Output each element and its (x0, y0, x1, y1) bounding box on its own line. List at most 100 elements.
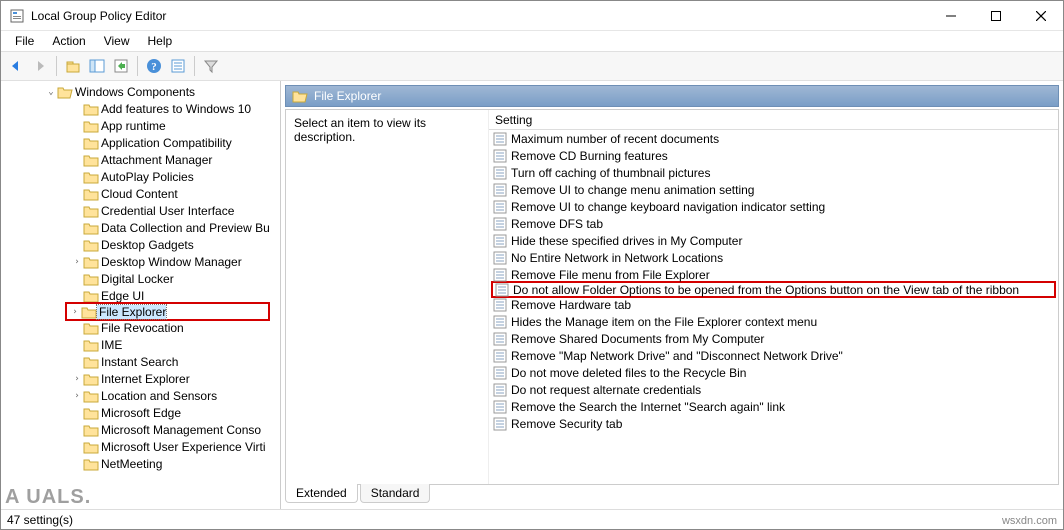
tree-item-label: Microsoft Edge (99, 406, 181, 420)
tree-item[interactable]: Microsoft Edge (1, 404, 280, 421)
tree-item[interactable]: Cloud Content (1, 185, 280, 202)
setting-label: Hides the Manage item on the File Explor… (511, 315, 817, 329)
folder-icon (83, 406, 99, 420)
folder-icon (83, 389, 99, 403)
tree-item[interactable]: Credential User Interface (1, 202, 280, 219)
folder-icon (83, 255, 99, 269)
toolbar: ? (1, 51, 1063, 81)
maximize-button[interactable] (973, 1, 1018, 30)
setting-label: Remove Security tab (511, 417, 622, 431)
properties-button[interactable] (167, 55, 189, 77)
back-button[interactable] (5, 55, 27, 77)
menu-bar: File Action View Help (1, 31, 1063, 51)
menu-file[interactable]: File (7, 32, 42, 50)
tree-item-label: Microsoft User Experience Virti (99, 440, 266, 454)
policy-icon (493, 417, 507, 431)
expand-icon[interactable]: › (69, 307, 81, 317)
tree-item[interactable]: File Revocation (1, 319, 280, 336)
tab-standard[interactable]: Standard (360, 484, 431, 503)
policy-icon (493, 217, 507, 231)
setting-row[interactable]: Hides the Manage item on the File Explor… (489, 313, 1058, 330)
setting-row[interactable]: Hide these specified drives in My Comput… (489, 232, 1058, 249)
setting-label: Remove UI to change menu animation setti… (511, 183, 754, 197)
tree-item[interactable]: Microsoft Management Conso (1, 421, 280, 438)
tab-extended[interactable]: Extended (285, 484, 358, 503)
tree-item[interactable]: App runtime (1, 117, 280, 134)
tree-item[interactable]: Digital Locker (1, 270, 280, 287)
detail-pane: File Explorer Select an item to view its… (281, 81, 1063, 509)
column-header-setting[interactable]: Setting (489, 110, 1058, 130)
expand-icon[interactable]: › (71, 257, 83, 267)
setting-row[interactable]: Remove UI to change menu animation setti… (489, 181, 1058, 198)
tree-item[interactable]: › Location and Sensors (1, 387, 280, 404)
setting-row[interactable]: Remove Hardware tab (489, 296, 1058, 313)
setting-label: No Entire Network in Network Locations (511, 251, 723, 265)
setting-label: Remove File menu from File Explorer (511, 268, 710, 282)
setting-label: Turn off caching of thumbnail pictures (511, 166, 710, 180)
policy-icon (493, 132, 507, 146)
tree-item[interactable]: Instant Search (1, 353, 280, 370)
menu-help[interactable]: Help (140, 32, 181, 50)
export-button[interactable] (110, 55, 132, 77)
policy-icon (493, 268, 507, 282)
folder-icon (83, 338, 99, 352)
setting-row[interactable]: Remove "Map Network Drive" and "Disconne… (489, 347, 1058, 364)
help-button[interactable]: ? (143, 55, 165, 77)
collapse-icon[interactable]: ⌄ (45, 87, 57, 97)
setting-row[interactable]: Turn off caching of thumbnail pictures (489, 164, 1058, 181)
settings-list[interactable]: Setting Maximum number of recent documen… (489, 110, 1058, 484)
menu-action[interactable]: Action (44, 32, 93, 50)
tree-item-label: Location and Sensors (99, 389, 217, 403)
watermark-left: A UALS. (5, 486, 91, 509)
tree-item[interactable]: AutoPlay Policies (1, 168, 280, 185)
setting-row[interactable]: Maximum number of recent documents (489, 130, 1058, 147)
setting-row[interactable]: Remove the Search the Internet "Search a… (489, 398, 1058, 415)
tree-item[interactable]: NetMeeting (1, 455, 280, 472)
setting-row[interactable]: Do not request alternate credentials (489, 381, 1058, 398)
show-hide-tree-button[interactable] (86, 55, 108, 77)
filter-button[interactable] (200, 55, 222, 77)
folder-icon (83, 440, 99, 454)
tree-item[interactable]: Add features to Windows 10 (1, 100, 280, 117)
setting-row[interactable]: Remove UI to change keyboard navigation … (489, 198, 1058, 215)
tree-item-label: IME (99, 338, 122, 352)
folder-icon (83, 102, 99, 116)
tree-root[interactable]: ⌄ Windows Components (1, 83, 280, 100)
tree-item[interactable]: Application Compatibility (1, 134, 280, 151)
close-button[interactable] (1018, 1, 1063, 30)
tree-item[interactable]: ›Internet Explorer (1, 370, 280, 387)
setting-row[interactable]: Do not allow Folder Options to be opened… (491, 281, 1056, 298)
tree-pane[interactable]: ⌄ Windows Components Add features to Win… (1, 81, 281, 509)
setting-row[interactable]: Remove CD Burning features (489, 147, 1058, 164)
policy-icon (493, 366, 507, 380)
tree-item[interactable]: ›Desktop Window Manager (1, 253, 280, 270)
up-icon[interactable] (62, 55, 84, 77)
menu-view[interactable]: View (96, 32, 138, 50)
minimize-button[interactable] (928, 1, 973, 30)
tree-item-label: File Revocation (99, 321, 184, 335)
folder-open-icon (292, 89, 308, 103)
tree-item[interactable]: ›File Explorer (67, 303, 170, 320)
setting-row[interactable]: No Entire Network in Network Locations (489, 249, 1058, 266)
setting-row[interactable]: Remove DFS tab (489, 215, 1058, 232)
tree-item-label: Application Compatibility (99, 136, 232, 150)
tree-item[interactable]: Desktop Gadgets (1, 236, 280, 253)
setting-row[interactable]: Remove Security tab (489, 415, 1058, 432)
policy-icon (495, 283, 509, 297)
expand-icon[interactable]: › (71, 374, 83, 384)
tree-item-label: Data Collection and Preview Bu (99, 221, 270, 235)
folder-icon (83, 153, 99, 167)
tree-item[interactable]: Microsoft User Experience Virti (1, 438, 280, 455)
policy-icon (493, 234, 507, 248)
setting-label: Do not request alternate credentials (511, 383, 701, 397)
tree-item[interactable]: IME (1, 336, 280, 353)
tree-item-label: Add features to Windows 10 (99, 102, 251, 116)
policy-icon (493, 383, 507, 397)
expand-icon[interactable]: › (71, 391, 83, 401)
forward-button[interactable] (29, 55, 51, 77)
setting-row[interactable]: Remove Shared Documents from My Computer (489, 330, 1058, 347)
tree-item[interactable]: Attachment Manager (1, 151, 280, 168)
setting-row[interactable]: Do not move deleted files to the Recycle… (489, 364, 1058, 381)
window-title: Local Group Policy Editor (31, 9, 166, 23)
tree-item[interactable]: Data Collection and Preview Bu (1, 219, 280, 236)
